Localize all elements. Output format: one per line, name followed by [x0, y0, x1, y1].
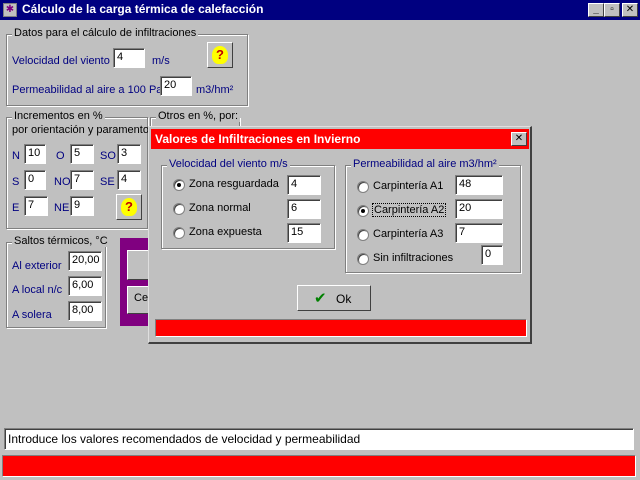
incr-no-label: NO [54, 176, 71, 188]
carpinteria-a3-value[interactable]: 7 [455, 223, 503, 243]
radio-zona-expuesta[interactable] [173, 227, 185, 239]
velocidad-unit: m/s [152, 55, 170, 67]
incr-n-label: N [12, 150, 20, 162]
permeabilidad-input[interactable]: 20 [160, 76, 192, 96]
restore-button[interactable]: ▫ [604, 3, 620, 17]
app-icon: ✱ [3, 3, 17, 17]
velocidad-label: Velocidad del viento [12, 55, 110, 67]
saltos-exterior-input[interactable]: 20,00 [68, 251, 102, 271]
checkmark-icon: ✔ [314, 290, 327, 307]
dialog-close-button[interactable]: ✕ [511, 132, 527, 146]
radio-carpinteria-a1[interactable] [357, 181, 369, 193]
window-title: Cálculo de la carga térmica de calefacci… [22, 2, 264, 16]
zona-expuesta-value[interactable]: 15 [287, 223, 321, 243]
carpinteria-a1-label[interactable]: Carpintería A1 [373, 180, 443, 192]
zona-normal-label[interactable]: Zona normal [189, 202, 251, 214]
radio-carpinteria-a2[interactable] [357, 205, 369, 217]
incr-so-label: SO [100, 150, 116, 162]
radio-zona-normal[interactable] [173, 203, 185, 215]
datos-legend: Datos para el cálculo de infiltraciones [12, 27, 199, 39]
help-icon: ? [121, 198, 137, 216]
zona-resguardada-value[interactable]: 4 [287, 175, 321, 195]
datos-help-button[interactable]: ? [207, 42, 233, 68]
carpinteria-a1-value[interactable]: 48 [455, 175, 503, 195]
carpinteria-a2-label[interactable]: Carpintería A2 [372, 203, 447, 217]
permeabilidad-label: Permeabilidad al aire a 100 Pa [12, 84, 163, 96]
dialog-velocidad-legend: Velocidad del viento m/s [167, 158, 290, 170]
zona-resguardada-label[interactable]: Zona resguardada [189, 178, 279, 190]
incr-so-input[interactable]: 3 [117, 144, 141, 164]
radio-sin-infiltraciones[interactable] [357, 253, 369, 265]
saltos-solera-label: A solera [12, 309, 52, 321]
ok-label: Ok [336, 292, 352, 306]
incrementos-legend: Incrementos en % [12, 110, 105, 122]
saltos-local-input[interactable]: 6,00 [68, 276, 102, 296]
close-button[interactable]: ✕ [622, 3, 638, 17]
infiltraciones-dialog: Valores de Infiltraciones en Invierno ✕ … [148, 126, 532, 344]
incr-s-label: S [12, 176, 20, 188]
main-progress-bar [2, 455, 636, 477]
incr-se-input[interactable]: 4 [117, 170, 141, 190]
incr-n-input[interactable]: 10 [24, 144, 46, 164]
zona-normal-value[interactable]: 6 [287, 199, 321, 219]
dialog-progress-bar [155, 319, 527, 337]
incr-o-label: O [56, 150, 65, 162]
saltos-legend: Saltos térmicos, °C [12, 235, 110, 247]
incrementos-subtitle: por orientación y paramento [12, 124, 149, 136]
radio-carpinteria-a3[interactable] [357, 229, 369, 241]
carpinteria-a3-label[interactable]: Carpintería A3 [373, 228, 443, 240]
permeabilidad-unit: m3/hm² [196, 84, 234, 96]
incr-e-input[interactable]: 7 [24, 196, 48, 216]
otros-legend: Otros en %, por: [156, 110, 241, 122]
incr-ne-input[interactable]: 9 [70, 196, 94, 216]
help-icon: ? [212, 46, 228, 64]
incr-e-label: E [12, 202, 20, 214]
saltos-solera-input[interactable]: 8,00 [68, 301, 102, 321]
incr-s-input[interactable]: 0 [24, 170, 46, 190]
carpinteria-a2-value[interactable]: 20 [455, 199, 503, 219]
dialog-permeabilidad-legend: Permeabilidad al aire m3/hm² [351, 158, 499, 170]
incr-ne-label: NE [54, 202, 70, 214]
radio-zona-resguardada[interactable] [173, 179, 185, 191]
dialog-titlebar: Valores de Infiltraciones en Invierno ✕ [151, 129, 529, 149]
saltos-local-label: A local n/c [12, 284, 63, 296]
status-message: Introduce los valores recomendados de ve… [4, 428, 634, 450]
velocidad-input[interactable]: 4 [113, 48, 145, 68]
zona-expuesta-label[interactable]: Zona expuesta [189, 226, 262, 238]
incr-o-input[interactable]: 5 [70, 144, 94, 164]
dialog-title: Valores de Infiltraciones en Invierno [155, 132, 361, 146]
incr-se-label: SE [100, 176, 115, 188]
incrementos-help-button[interactable]: ? [116, 194, 142, 220]
sin-infiltraciones-value[interactable]: 0 [481, 245, 503, 265]
sin-infiltraciones-label[interactable]: Sin infiltraciones [373, 252, 453, 264]
main-titlebar: ✱ Cálculo de la carga térmica de calefac… [0, 0, 640, 20]
saltos-exterior-label: Al exterior [12, 260, 62, 272]
incr-no-input[interactable]: 7 [70, 170, 94, 190]
minimize-button[interactable]: _ [588, 3, 604, 17]
ok-button[interactable]: ✔ Ok [297, 285, 371, 311]
